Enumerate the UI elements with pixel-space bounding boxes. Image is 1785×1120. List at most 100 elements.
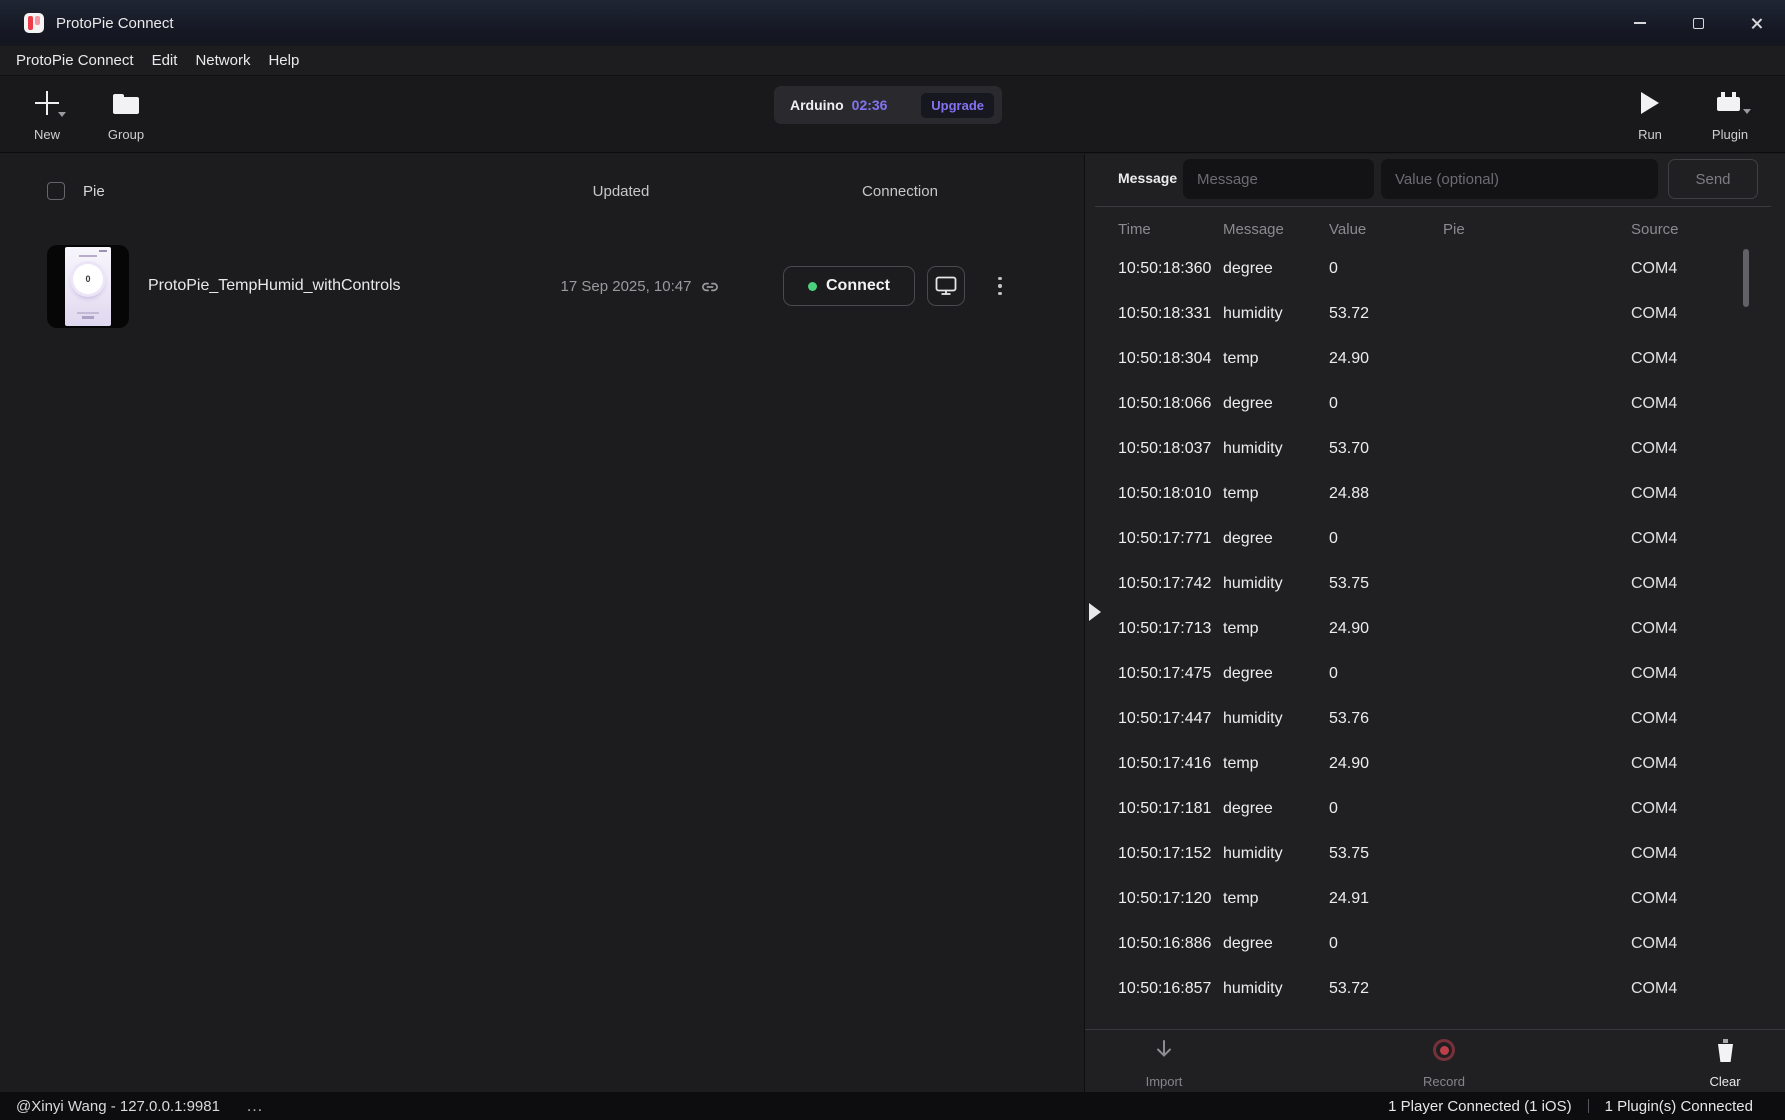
log-cell-value: 24.90 [1329,350,1443,368]
log-cell-value: 0 [1329,260,1443,278]
menu-help[interactable]: Help [259,52,308,69]
log-cell-message: temp [1223,620,1329,638]
pie-thumbnail-dial: 0 [73,264,103,294]
status-plugins: 1 Plugin(s) Connected [1605,1098,1753,1115]
log-cell-source: COM4 [1631,395,1785,413]
pie-thumbnail[interactable]: 0 [47,245,129,328]
message-label: Message [1118,170,1177,186]
group-button[interactable]: Group [95,86,157,144]
log-cell-message: humidity [1223,980,1329,998]
log-cell-source: COM4 [1631,260,1785,278]
log-cell-source: COM4 [1631,890,1785,908]
log-cell-source: COM4 [1631,755,1785,773]
maximize-button[interactable] [1669,0,1727,46]
pie-column-header: Pie [83,183,105,200]
log-cell-value: 0 [1329,530,1443,548]
run-button[interactable]: Run [1619,86,1681,144]
menu-bar: ProtoPie Connect Edit Network Help [0,46,1785,76]
window-title: ProtoPie Connect [56,15,174,32]
folder-icon [113,94,139,114]
log-cell-time: 10:50:17:447 [1118,710,1223,728]
log-row: 10:50:18:360degree0COM4 [1085,246,1785,291]
close-icon [1750,17,1763,30]
log-cell-message: degree [1223,800,1329,818]
log-cell-source: COM4 [1631,980,1785,998]
import-button[interactable]: Import [1119,1039,1209,1089]
status-right: 1 Player Connected (1 iOS) 1 Plugin(s) C… [1388,1098,1753,1115]
connection-column-header: Connection [810,183,990,200]
record-icon [1433,1039,1455,1061]
log-cell-source: COM4 [1631,305,1785,323]
plugin-button[interactable]: Plugin [1699,86,1761,144]
status-players: 1 Player Connected (1 iOS) [1388,1098,1571,1115]
menu-network[interactable]: Network [186,52,259,69]
composer-divider [1095,206,1771,207]
select-all-checkbox[interactable] [47,182,65,200]
log-rows: 10:50:18:360degree0COM410:50:18:331humid… [1085,246,1785,1011]
plugin-label: Plugin [1712,127,1748,142]
scrollbar-thumb[interactable] [1743,249,1749,307]
log-cell-time: 10:50:18:010 [1118,485,1223,503]
log-cell-source: COM4 [1631,845,1785,863]
pie-updated-text: 17 Sep 2025, 10:47 [561,278,692,295]
log-cell-source: COM4 [1631,575,1785,593]
log-cell-value: 24.90 [1329,620,1443,638]
send-button[interactable]: Send [1668,159,1758,199]
menu-edit[interactable]: Edit [143,52,187,69]
close-button[interactable] [1727,0,1785,46]
more-options-button[interactable] [991,266,1009,306]
trash-icon [1715,1039,1735,1063]
status-divider [1588,1099,1589,1113]
log-cell-time: 10:50:16:886 [1118,935,1223,953]
log-cell-time: 10:50:18:304 [1118,350,1223,368]
record-label: Record [1423,1074,1465,1089]
log-cell-time: 10:50:17:771 [1118,530,1223,548]
log-cell-time: 10:50:17:152 [1118,845,1223,863]
minimize-button[interactable] [1611,0,1669,46]
log-cell-value: 0 [1329,935,1443,953]
log-row: 10:50:18:331humidity53.72COM4 [1085,291,1785,336]
link-icon[interactable] [701,278,719,296]
pie-name[interactable]: ProtoPie_TempHumid_withControls [148,277,401,295]
main-area: Pie Updated Connection 0 ProtoPie_TempHu… [0,154,1785,1092]
log-row: 10:50:17:713temp24.90COM4 [1085,606,1785,651]
chevron-down-icon [1743,109,1751,114]
log-row: 10:50:18:304temp24.90COM4 [1085,336,1785,381]
monitor-icon [935,276,957,296]
log-row: 10:50:17:152humidity53.75COM4 [1085,831,1785,876]
clear-button[interactable]: Clear [1680,1039,1770,1089]
log-cell-time: 10:50:16:857 [1118,980,1223,998]
upgrade-button[interactable]: Upgrade [921,93,994,118]
log-cell-time: 10:50:17:120 [1118,890,1223,908]
mirror-button[interactable] [927,266,965,306]
status-more-button[interactable]: … [246,1096,265,1116]
log-row: 10:50:17:771degree0COM4 [1085,516,1785,561]
log-cell-time: 10:50:17:742 [1118,575,1223,593]
record-button[interactable]: Record [1399,1039,1489,1089]
connect-label: Connect [826,277,890,295]
log-row: 10:50:17:120temp24.91COM4 [1085,876,1785,921]
connect-button[interactable]: Connect [783,266,915,306]
log-cell-message: degree [1223,935,1329,953]
log-cell-message: temp [1223,890,1329,908]
message-input[interactable] [1183,159,1374,199]
log-row: 10:50:17:742humidity53.75COM4 [1085,561,1785,606]
maximize-icon [1693,18,1704,29]
window-controls [1611,0,1785,46]
updated-column-header: Updated [531,183,711,200]
pie-updated: 17 Sep 2025, 10:47 [545,245,735,328]
log-cell-time: 10:50:18:037 [1118,440,1223,458]
log-header-pie: Pie [1443,221,1631,238]
menu-protopie-connect[interactable]: ProtoPie Connect [7,52,143,69]
log-cell-time: 10:50:17:475 [1118,665,1223,683]
log-cell-source: COM4 [1631,440,1785,458]
new-label: New [34,127,60,142]
log-cell-value: 53.76 [1329,710,1443,728]
log-header-source: Source [1631,221,1785,238]
log-cell-value: 24.90 [1329,755,1443,773]
value-input[interactable] [1381,159,1658,199]
device-badge[interactable]: Arduino 02:36 Upgrade [774,86,1002,124]
device-name: Arduino [790,97,844,113]
new-button[interactable]: New [16,86,78,144]
log-row: 10:50:18:066degree0COM4 [1085,381,1785,426]
